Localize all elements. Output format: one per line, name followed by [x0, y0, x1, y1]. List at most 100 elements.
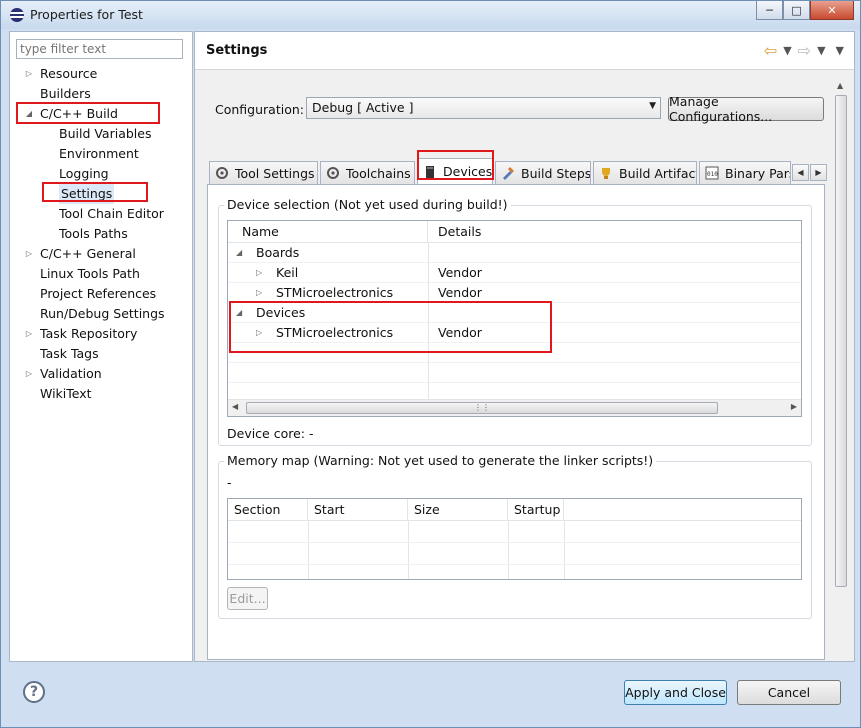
- collapsed-arrow-icon[interactable]: ▷: [24, 364, 34, 384]
- collapsed-arrow-icon[interactable]: ▷: [24, 244, 34, 264]
- device-name: Boards: [256, 245, 300, 260]
- table-row[interactable]: ▷ STMicroelectronics Vendor: [228, 323, 801, 343]
- configuration-label: Configuration:: [215, 102, 304, 117]
- tree-item[interactable]: Environment: [10, 144, 192, 164]
- apply-and-close-button[interactable]: Apply and Close: [624, 680, 727, 705]
- column-header-start[interactable]: Start: [308, 499, 408, 521]
- device-table-hscrollbar[interactable]: ◀ ⋮⋮ ▶: [228, 399, 801, 416]
- device-table[interactable]: Name Details ◢ Boards ▷ Keil Vendor ▷ STMicroe…: [227, 220, 802, 417]
- edit-button[interactable]: Edit...: [227, 587, 268, 610]
- tree-item-label: Project References: [40, 286, 157, 301]
- tab-toolchains[interactable]: Toolchains: [320, 161, 415, 184]
- table-row[interactable]: ▷ STMicroelectronics Vendor: [228, 283, 801, 303]
- tree-item[interactable]: Tool Chain Editor: [10, 204, 192, 224]
- device-name: STMicroelectronics: [276, 285, 394, 300]
- manage-configurations-button[interactable]: Manage Configurations...: [668, 94, 824, 124]
- tab-strip: Tool Settings Toolchains Devices Build S…: [207, 158, 829, 184]
- column-header-size[interactable]: Size: [408, 499, 508, 521]
- back-arrow-icon[interactable]: ⇦: [764, 41, 777, 60]
- table-row: [228, 521, 801, 543]
- column-header-startup[interactable]: Startup: [508, 499, 564, 521]
- tree-item[interactable]: ◢ C/C++ Build: [10, 104, 192, 124]
- tab-label: Toolchains: [346, 165, 411, 181]
- tree-item-label: Task Tags: [40, 346, 99, 361]
- tree-item[interactable]: Task Tags: [10, 344, 192, 364]
- forward-menu-icon[interactable]: ▼: [817, 44, 825, 57]
- close-button[interactable]: ✕: [810, 1, 854, 20]
- scroll-left-icon[interactable]: ◀: [232, 402, 238, 411]
- tree-item-label: Validation: [40, 366, 102, 381]
- column-header-section[interactable]: Section: [228, 499, 308, 521]
- table-row[interactable]: ▷ Keil Vendor: [228, 263, 801, 283]
- memory-map-dash: -: [227, 475, 232, 490]
- collapsed-arrow-icon[interactable]: ▷: [24, 324, 34, 344]
- tab-scroll-left[interactable]: ◀: [792, 164, 809, 181]
- tree-item-label: Builders: [40, 86, 91, 101]
- tree-item[interactable]: Settings: [10, 184, 192, 204]
- help-icon[interactable]: ?: [23, 681, 45, 703]
- tree-item[interactable]: ▷ C/C++ General: [10, 244, 192, 264]
- settings-content: Configuration: Debug [ Active ] ▼ Manage…: [207, 80, 829, 660]
- expanded-arrow-icon[interactable]: ◢: [236, 243, 242, 263]
- tab-label: Build Steps: [521, 165, 591, 181]
- window-controls: ─ □ ✕: [756, 1, 854, 21]
- memory-map-table[interactable]: Section Start Size Startup: [227, 498, 802, 580]
- page-vscrollbar[interactable]: ▲: [833, 80, 850, 660]
- device-name: Devices: [256, 305, 306, 320]
- scroll-right-icon[interactable]: ▶: [791, 402, 797, 411]
- tree-item[interactable]: Linux Tools Path: [10, 264, 192, 284]
- cancel-button[interactable]: Cancel: [737, 680, 841, 705]
- maximize-button[interactable]: □: [783, 1, 810, 20]
- tree-item-label: Resource: [40, 66, 98, 81]
- properties-window: Properties for Test ─ □ ✕ ▷ Resource Build…: [0, 0, 861, 728]
- tree-item[interactable]: WikiText: [10, 384, 192, 404]
- back-menu-icon[interactable]: ▼: [783, 44, 791, 57]
- tab-label: Tool Settings: [235, 165, 315, 181]
- minimize-button[interactable]: ─: [756, 1, 783, 20]
- forward-arrow-icon[interactable]: ⇨: [798, 41, 811, 60]
- table-row[interactable]: ◢ Devices: [228, 303, 801, 323]
- configuration-select[interactable]: Debug [ Active ] ▼: [306, 97, 661, 119]
- column-header-details[interactable]: Details: [428, 221, 801, 243]
- tab-build-steps[interactable]: Build Steps: [495, 161, 591, 184]
- tab-tool-settings[interactable]: Tool Settings: [209, 161, 318, 184]
- svg-text:010: 010: [707, 171, 718, 178]
- page-header: Settings ⇦ ▼ ⇨ ▼ ▼: [195, 32, 854, 70]
- table-row[interactable]: ◢ Boards: [228, 243, 801, 263]
- expanded-arrow-icon[interactable]: ◢: [24, 104, 34, 124]
- tree-item[interactable]: ▷ Resource: [10, 64, 192, 84]
- tab-devices[interactable]: Devices: [417, 158, 493, 184]
- collapsed-arrow-icon[interactable]: ▷: [256, 323, 262, 343]
- expanded-arrow-icon[interactable]: ◢: [236, 303, 242, 323]
- memory-table-header: Section Start Size Startup: [228, 499, 801, 521]
- column-header-name[interactable]: Name: [228, 221, 428, 243]
- eclipse-icon: [10, 8, 24, 22]
- filter-input[interactable]: [16, 39, 183, 59]
- tree-item[interactable]: Run/Debug Settings: [10, 304, 192, 324]
- tree-item[interactable]: Tools Paths: [10, 224, 192, 244]
- tab-binary-parsers[interactable]: 010 Binary Pars: [699, 161, 791, 184]
- settings-pane: Settings ⇦ ▼ ⇨ ▼ ▼ Configuration: Debug …: [194, 31, 855, 662]
- tree-item-label: Tools Paths: [59, 226, 128, 241]
- tree-item[interactable]: ▷ Task Repository: [10, 324, 192, 344]
- tab-scroll-right[interactable]: ▶: [810, 164, 827, 181]
- collapsed-arrow-icon[interactable]: ▷: [256, 263, 262, 283]
- collapsed-arrow-icon[interactable]: ▷: [256, 283, 262, 303]
- title-bar: Properties for Test ─ □ ✕: [1, 1, 860, 29]
- device-table-header: Name Details: [228, 221, 801, 243]
- tree-item[interactable]: Build Variables: [10, 124, 192, 144]
- window-title: Properties for Test: [30, 7, 143, 22]
- tree-item[interactable]: Builders: [10, 84, 192, 104]
- collapsed-arrow-icon[interactable]: ▷: [24, 64, 34, 84]
- tree-item[interactable]: Logging: [10, 164, 192, 184]
- tree-item[interactable]: Project References: [10, 284, 192, 304]
- table-row: [228, 543, 801, 565]
- tab-build-artifact[interactable]: Build Artifact: [593, 161, 697, 184]
- table-row: [228, 363, 801, 383]
- hscroll-thumb[interactable]: ⋮⋮: [246, 402, 718, 414]
- vscroll-thumb[interactable]: [835, 95, 847, 587]
- view-menu-icon[interactable]: ▼: [836, 44, 844, 57]
- scroll-up-icon[interactable]: ▲: [837, 81, 843, 90]
- page-title: Settings: [206, 43, 268, 58]
- tree-item[interactable]: ▷ Validation: [10, 364, 192, 384]
